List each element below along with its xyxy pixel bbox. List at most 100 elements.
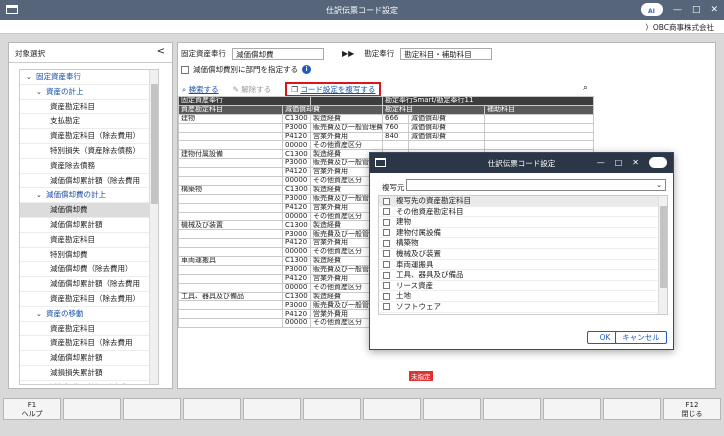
function-key-button[interactable] (423, 398, 481, 420)
tree-item[interactable]: 資産勘定科目（除去費用） (20, 129, 158, 144)
list-item[interactable]: その他資産勘定科目 (379, 207, 667, 218)
list-item[interactable]: 土地 (379, 291, 667, 302)
tree-item[interactable]: 減損損失累計額(除去費用 (20, 381, 158, 384)
account-code-cell[interactable]: 840 (382, 131, 409, 142)
tree-item[interactable]: 減価償却累計額（除去費用 (20, 174, 158, 189)
tree-item[interactable]: 減価償却累計額 (20, 351, 158, 366)
function-key-button[interactable] (543, 398, 601, 420)
collapse-pane-icon[interactable]: < (157, 46, 165, 57)
list-item[interactable]: 建物付属設備 (379, 228, 667, 239)
tree-scrollbar[interactable] (149, 70, 158, 384)
tree-item[interactable]: 資産勘定科目 (20, 322, 158, 337)
release-link[interactable]: 解除する (241, 85, 271, 94)
tree-item[interactable]: 特別損失（資産除去債務） (20, 144, 158, 159)
function-key-button[interactable] (303, 398, 361, 420)
dialog-list-scrollbar[interactable] (658, 196, 667, 314)
copy-code-setting-link[interactable]: コード設定を複写する (300, 85, 375, 94)
function-key-button[interactable] (603, 398, 661, 420)
function-key-button[interactable] (123, 398, 181, 420)
chevron-down-icon[interactable]: ⌄ (26, 70, 36, 85)
sub-account-cell[interactable] (483, 113, 595, 124)
account-name-cell[interactable] (408, 140, 485, 151)
function-key-button[interactable] (363, 398, 421, 420)
minimize-icon[interactable]: — (673, 5, 682, 15)
account-name-cell[interactable]: 減価償却費 (408, 122, 485, 133)
tree-item[interactable]: 減価償却累計額（除去費用 (20, 277, 158, 292)
table-row[interactable]: 建物 C1300 製造経費 666 減価償却費 (178, 113, 595, 124)
sub-account-cell[interactable] (483, 122, 595, 133)
list-item[interactable]: 工具、器具及び備品 (379, 270, 667, 281)
copy-code-setting-action[interactable]: ❐ コード設定を複写する (285, 82, 382, 97)
list-item-checkbox[interactable] (383, 250, 390, 258)
chevron-down-icon[interactable]: ⌄ (36, 85, 46, 100)
list-item[interactable]: ソフトウェア (379, 302, 667, 313)
tree-item[interactable]: 減価償却費 (20, 203, 158, 218)
dialog-maximize-icon[interactable]: □ (615, 158, 623, 167)
function-key-button[interactable]: F1 ヘルプ (3, 398, 61, 420)
list-item[interactable]: 構築物 (379, 238, 667, 249)
tree-item[interactable]: 資産除去債務 (20, 159, 158, 174)
tree-item[interactable]: ⌄ 資産の移動 (20, 307, 158, 322)
function-key-button[interactable] (63, 398, 121, 420)
sub-account-cell[interactable] (483, 131, 595, 142)
cloud-ai-icon[interactable]: AI (640, 3, 663, 16)
cancel-button[interactable]: キャンセル (615, 331, 667, 344)
table-row[interactable]: 00000 その他資産区分 (178, 140, 595, 151)
list-item[interactable]: 複写先の資産勘定科目 (379, 196, 667, 207)
account-name-cell[interactable]: 減価償却費 (408, 113, 485, 124)
maximize-icon[interactable]: □ (692, 5, 701, 15)
function-key-button[interactable] (183, 398, 241, 420)
list-item[interactable]: 車両運搬具 (379, 260, 667, 271)
tree-item[interactable]: ⌄ 資産の計上 (20, 85, 158, 100)
tree-item[interactable]: 支払勘定 (20, 114, 158, 130)
grid-search-icon[interactable]: ⌕ (583, 83, 588, 93)
list-item-checkbox[interactable] (383, 239, 390, 247)
list-item-checkbox[interactable] (383, 218, 390, 226)
tree-scroll-thumb[interactable] (151, 84, 158, 204)
account-code-cell[interactable]: 760 (382, 122, 409, 133)
tree-item[interactable]: 資産勘定科目（除去費用 (20, 336, 158, 352)
dialog-close-icon[interactable]: ✕ (632, 158, 639, 167)
list-item-checkbox[interactable] (383, 303, 390, 311)
function-key-button[interactable] (483, 398, 541, 420)
function-key-button[interactable]: F12 閉じる (663, 398, 721, 420)
list-item-checkbox[interactable] (383, 261, 390, 269)
close-icon[interactable]: ✕ (710, 5, 718, 15)
sub-account-cell[interactable] (483, 140, 595, 151)
tree-item[interactable]: 減損損失累計額 (20, 366, 158, 381)
list-item-checkbox[interactable] (383, 197, 390, 205)
tree-item[interactable]: 資産勘定科目 (20, 233, 158, 248)
list-item[interactable]: 機械及び装置 (379, 249, 667, 260)
list-item-checkbox[interactable] (383, 229, 390, 237)
copy-source-select[interactable]: ⌄ (406, 179, 666, 191)
list-item-checkbox[interactable] (383, 282, 390, 290)
tree-item[interactable]: 資産勘定科目（除去費用） (20, 292, 158, 307)
table-row[interactable]: P4120 営業外費用 840 減価償却費 (178, 131, 595, 142)
chevron-down-icon[interactable]: ⌄ (36, 188, 46, 203)
table-row[interactable]: P3000 販売費及び一般管理費 760 減価償却費 (178, 122, 595, 133)
dialog-list-scroll-thumb[interactable] (660, 206, 667, 288)
tree-item[interactable]: ⌄ 固定資産奉行 (20, 70, 158, 85)
account-code-cell[interactable] (382, 140, 409, 151)
search-action[interactable]: ⌕ 検索する (182, 84, 219, 95)
list-item-checkbox[interactable] (383, 292, 390, 300)
search-link[interactable]: 検索する (189, 85, 219, 94)
list-item[interactable]: 建物 (379, 217, 667, 228)
info-icon[interactable]: i (302, 65, 311, 74)
tree-item[interactable]: ⌄ 減価償却費の計上 (20, 188, 158, 204)
chevron-down-icon[interactable]: ⌄ (656, 181, 662, 189)
dept-checkbox[interactable] (181, 65, 189, 74)
account-name-cell[interactable]: 減価償却費 (408, 131, 485, 142)
list-item-checkbox[interactable] (383, 271, 390, 279)
dialog-minimize-icon[interactable]: — (597, 158, 605, 167)
tree-item[interactable]: 資産勘定科目 (20, 100, 158, 115)
list-item-checkbox[interactable] (383, 208, 390, 216)
tree-item[interactable]: 減価償却累計額 (20, 218, 158, 233)
tree-item[interactable]: 減価償却費（除去費用） (20, 262, 158, 278)
function-key-button[interactable] (243, 398, 301, 420)
tree-item[interactable]: 特別償却費 (20, 248, 158, 263)
release-action[interactable]: ✎ 解除する (233, 84, 272, 95)
account-code-cell[interactable]: 666 (382, 113, 409, 124)
list-item[interactable]: リース資産 (379, 281, 667, 292)
chevron-down-icon[interactable]: ⌄ (36, 307, 46, 322)
